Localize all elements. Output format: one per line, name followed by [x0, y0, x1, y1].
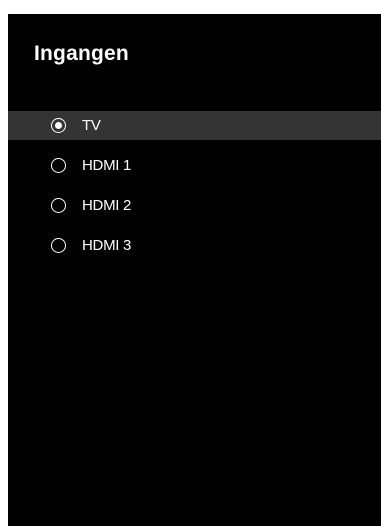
radio-checked-icon — [51, 118, 66, 133]
input-option-label: HDMI 3 — [82, 237, 132, 254]
menu-title: Ingangen — [34, 42, 129, 65]
input-option-tv[interactable]: TV — [8, 111, 381, 140]
input-option-label: HDMI 2 — [82, 197, 132, 214]
inputs-list: TV HDMI 1 HDMI 2 HDMI 3 — [8, 111, 381, 271]
input-option-label: TV — [82, 117, 101, 134]
input-option-hdmi-1[interactable]: HDMI 1 — [8, 151, 381, 180]
input-option-label: HDMI 1 — [82, 157, 132, 174]
radio-dot — [55, 122, 62, 129]
input-option-hdmi-2[interactable]: HDMI 2 — [8, 191, 381, 220]
radio-unchecked-icon — [51, 238, 66, 253]
radio-unchecked-icon — [51, 158, 66, 173]
radio-unchecked-icon — [51, 198, 66, 213]
inputs-menu-panel: Ingangen TV HDMI 1 HDMI 2 HDMI 3 — [8, 14, 381, 526]
input-option-hdmi-3[interactable]: HDMI 3 — [8, 231, 381, 260]
